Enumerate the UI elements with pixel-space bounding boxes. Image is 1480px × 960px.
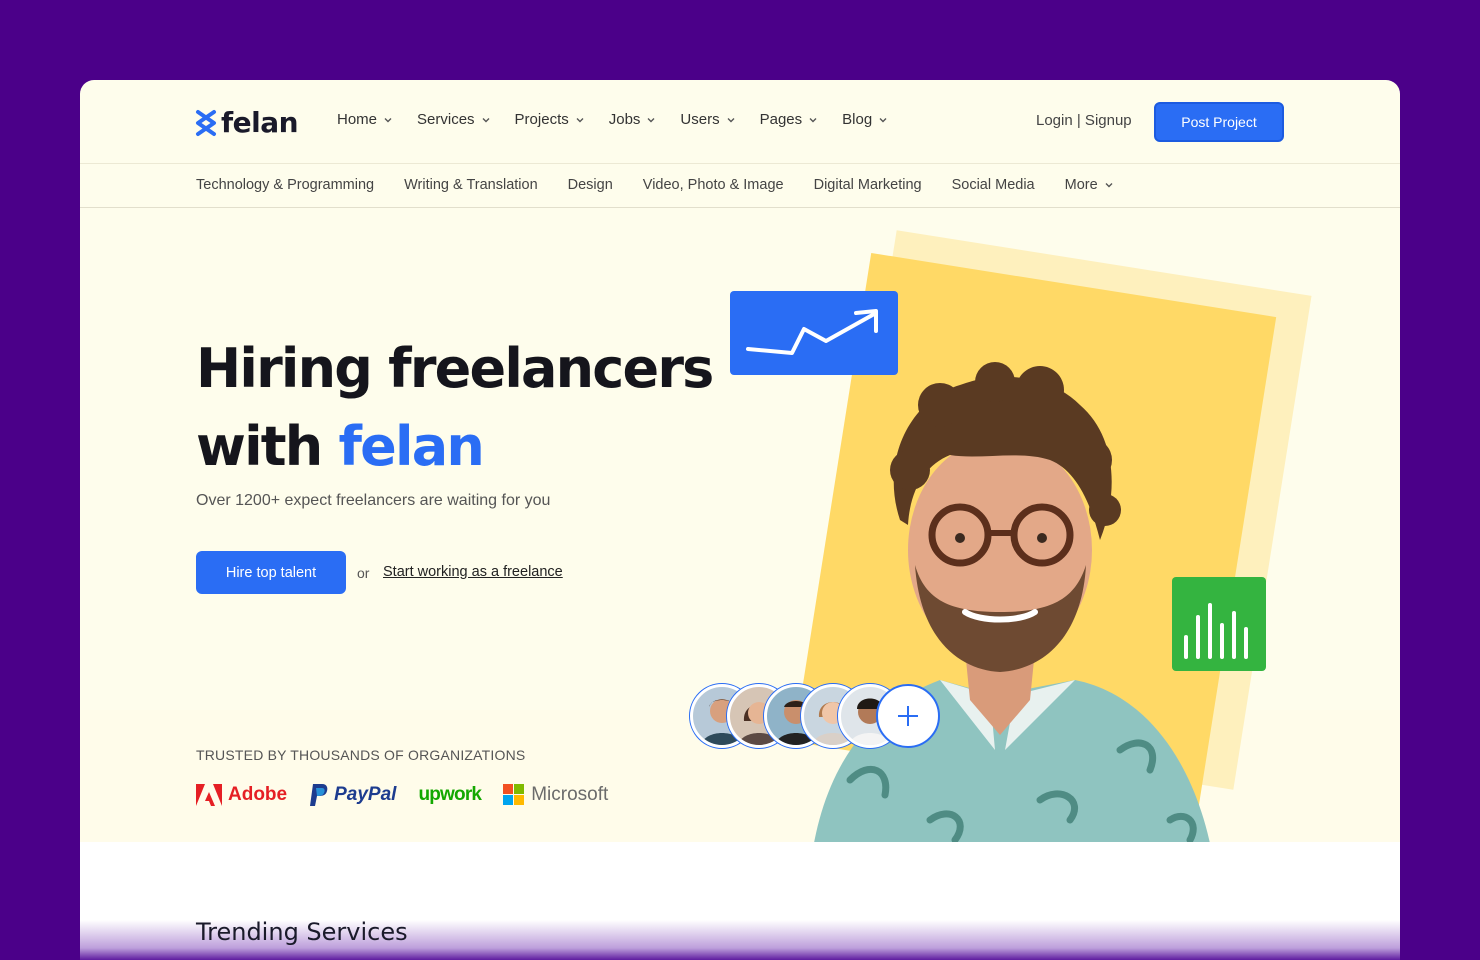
brand-name: PayPal xyxy=(334,784,397,805)
chevron-down-icon xyxy=(482,117,490,122)
hero-subtitle: Over 1200+ expect freelancers are waitin… xyxy=(196,492,551,509)
brand-name: upwork xyxy=(418,784,482,805)
chevron-down-icon xyxy=(384,117,392,122)
bar-chart-card xyxy=(1172,577,1266,671)
nav-item-pages[interactable]: Pages xyxy=(760,111,819,128)
hero-title-with: with xyxy=(196,415,339,478)
microsoft-icon xyxy=(503,784,525,805)
trend-chart-card xyxy=(730,291,898,375)
trend-up-icon xyxy=(746,309,878,355)
hero-illustration xyxy=(680,230,1312,880)
category-video-photo-image[interactable]: Video, Photo & Image xyxy=(643,177,784,193)
post-project-button[interactable]: Post Project xyxy=(1154,102,1284,142)
chevron-down-icon xyxy=(809,117,817,122)
category-writing-translation[interactable]: Writing & Translation xyxy=(404,177,538,193)
main-nav: Home Services Projects Jobs Users Pages … xyxy=(337,111,912,128)
category-more-label: More xyxy=(1064,177,1098,193)
browser-window: felan Home Services Projects Jobs Users … xyxy=(80,80,1400,960)
nav-label: Users xyxy=(680,111,720,128)
trending-heading: Trending Services xyxy=(196,918,408,946)
nav-item-home[interactable]: Home xyxy=(337,111,393,128)
category-bar: Technology & Programming Writing & Trans… xyxy=(80,164,1400,208)
nav-label: Projects xyxy=(514,111,569,128)
upwork-logo: upwork xyxy=(418,784,482,806)
nav-item-users[interactable]: Users xyxy=(680,111,735,128)
nav-label: Blog xyxy=(842,111,873,128)
category-digital-marketing[interactable]: Digital Marketing xyxy=(814,177,922,193)
category-more[interactable]: More xyxy=(1065,177,1114,193)
hire-top-talent-button[interactable]: Hire top talent xyxy=(196,551,346,594)
brand-logos: Adobe PayPal upwork Microsoft xyxy=(196,783,630,807)
plus-icon xyxy=(898,706,918,726)
chevron-down-icon xyxy=(647,117,655,122)
hero-title-line2: with felan xyxy=(196,408,713,486)
chevron-down-icon xyxy=(1105,183,1113,188)
category-design[interactable]: Design xyxy=(568,177,613,193)
nav-item-projects[interactable]: Projects xyxy=(515,111,585,128)
logo[interactable]: felan xyxy=(195,106,299,139)
brand-name: Microsoft xyxy=(531,784,609,805)
site-header: felan Home Services Projects Jobs Users … xyxy=(80,80,1400,164)
freelancer-photo xyxy=(810,362,1215,870)
paypal-logo: PayPal xyxy=(309,783,396,807)
chevron-down-icon xyxy=(576,117,584,122)
nav-label: Home xyxy=(337,111,378,128)
felan-logo-icon xyxy=(196,109,216,136)
nav-item-services[interactable]: Services xyxy=(417,111,491,128)
hero-title-accent: felan xyxy=(338,415,484,478)
or-text: or xyxy=(357,565,370,581)
nav-item-jobs[interactable]: Jobs xyxy=(609,111,657,128)
freelancer-avatars xyxy=(690,684,950,752)
nav-label: Pages xyxy=(759,111,803,128)
brand-name: Adobe xyxy=(228,784,288,805)
microsoft-logo: Microsoft xyxy=(503,784,608,806)
hero-title-line1: Hiring freelancers xyxy=(196,337,714,400)
chevron-down-icon xyxy=(727,117,735,122)
hero-title: Hiring freelancers with felan xyxy=(196,330,714,486)
chevron-down-icon xyxy=(879,117,887,122)
nav-label: Jobs xyxy=(608,111,641,128)
bar-chart-icon xyxy=(1184,603,1248,659)
adobe-logo: Adobe xyxy=(196,784,287,806)
category-social-media[interactable]: Social Media xyxy=(952,177,1035,193)
category-technology-programming[interactable]: Technology & Programming xyxy=(196,177,374,193)
start-working-link[interactable]: Start working as a freelance xyxy=(383,564,563,580)
add-freelancer-button[interactable] xyxy=(876,684,940,748)
trusted-heading: TRUSTED BY THOUSANDS OF ORGANIZATIONS xyxy=(196,747,526,763)
login-signup-link[interactable]: Login | Signup xyxy=(1036,112,1132,129)
adobe-icon xyxy=(196,784,222,806)
logo-text: felan xyxy=(221,106,299,139)
nav-item-blog[interactable]: Blog xyxy=(842,111,888,128)
paypal-icon xyxy=(310,784,328,806)
nav-label: Services xyxy=(417,111,475,128)
